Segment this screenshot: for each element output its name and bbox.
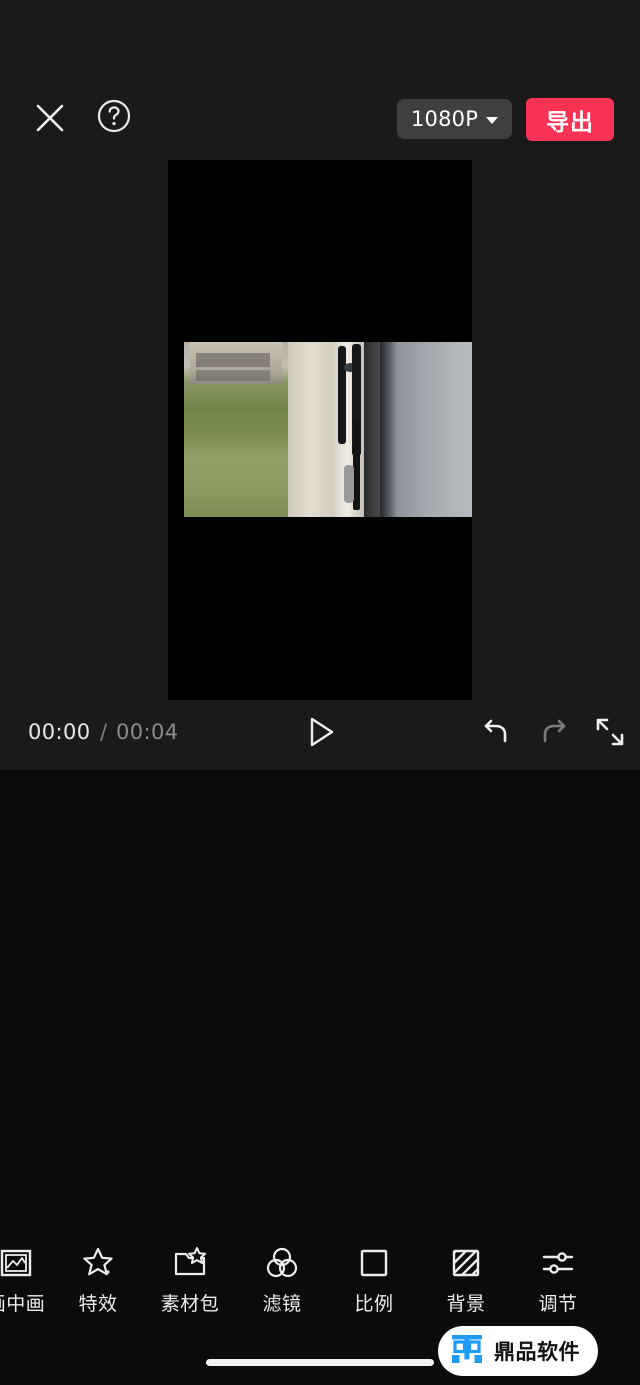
fullscreen-button[interactable] bbox=[594, 716, 628, 752]
help-button[interactable] bbox=[94, 98, 134, 138]
resolution-button[interactable]: 1080P bbox=[397, 99, 513, 139]
tool-label: 滤镜 bbox=[262, 1293, 302, 1315]
scene-wall-shadow bbox=[379, 342, 398, 517]
tool-aspect-ratio[interactable]: 比例 bbox=[328, 1246, 420, 1316]
home-indicator bbox=[206, 1359, 434, 1366]
close-button[interactable] bbox=[30, 98, 70, 138]
aspect-ratio-square-icon bbox=[357, 1246, 391, 1280]
scene-building-window-2 bbox=[195, 370, 271, 381]
current-time: 00:00 bbox=[28, 720, 91, 744]
tool-filter[interactable]: 滤镜 bbox=[236, 1246, 328, 1316]
tool-adjust[interactable]: 调节 bbox=[512, 1246, 604, 1316]
tool-material-pack[interactable]: 素材包 bbox=[144, 1246, 236, 1316]
total-time: 00:04 bbox=[116, 720, 179, 744]
tool-label: 画中画 bbox=[0, 1293, 46, 1315]
scene-door-latch bbox=[343, 464, 355, 503]
scene-door-handle-1 bbox=[338, 345, 346, 444]
timeline-section[interactable]: 00:00 00:02 关闭原声 bbox=[0, 770, 640, 1235]
scene-building-window bbox=[195, 352, 271, 367]
scene-door-handle-3 bbox=[353, 419, 360, 510]
export-label: 导出 bbox=[546, 109, 594, 136]
background-hatch-icon bbox=[449, 1246, 483, 1280]
play-icon bbox=[307, 716, 337, 752]
tool-label: 特效 bbox=[78, 1293, 118, 1315]
tool-label: 背景 bbox=[446, 1293, 486, 1315]
preview-section: 1080P 导出 00:00 / 00:04 bbox=[0, 0, 640, 770]
tool-label: 比例 bbox=[354, 1293, 394, 1315]
scene-door-gap bbox=[364, 342, 382, 517]
redo-icon bbox=[536, 719, 572, 754]
time-separator: / bbox=[100, 720, 108, 744]
video-preview-canvas[interactable] bbox=[168, 160, 472, 700]
watermark-text: 鼎品软件 bbox=[494, 1340, 580, 1364]
material-pack-icon bbox=[173, 1246, 207, 1280]
play-button[interactable] bbox=[300, 714, 344, 754]
chevron-down-icon bbox=[486, 116, 499, 124]
dingpin-logo-icon bbox=[450, 1332, 484, 1370]
tool-label: 调节 bbox=[538, 1293, 578, 1315]
tool-effects[interactable]: 特效 bbox=[52, 1246, 144, 1316]
close-icon bbox=[33, 101, 67, 135]
video-frame bbox=[184, 342, 472, 517]
tool-label: 素材包 bbox=[160, 1293, 220, 1315]
picture-in-picture-icon bbox=[0, 1246, 33, 1280]
watermark-badge: 鼎品软件 bbox=[438, 1326, 598, 1376]
undo-button[interactable] bbox=[478, 714, 516, 754]
bottom-toolbar: 画中画 特效 素材包 bbox=[0, 1235, 640, 1327]
tool-background[interactable]: 背景 bbox=[420, 1246, 512, 1316]
app-root: 1080P 导出 00:00 / 00:04 中画 特效 素材包 滤镜 比例 背… bbox=[0, 0, 640, 1385]
undo-icon bbox=[478, 719, 514, 754]
question-circle-icon bbox=[96, 98, 132, 138]
export-button[interactable]: 导出 bbox=[526, 98, 614, 141]
star-sparkle-icon bbox=[81, 1246, 115, 1280]
fullscreen-icon bbox=[594, 718, 626, 752]
resolution-label: 1080P bbox=[411, 107, 479, 131]
tool-picture-in-picture[interactable]: 画中画 bbox=[0, 1246, 52, 1316]
filter-circles-icon bbox=[265, 1246, 299, 1280]
adjust-sliders-icon bbox=[541, 1246, 575, 1280]
redo-button[interactable] bbox=[536, 714, 574, 754]
